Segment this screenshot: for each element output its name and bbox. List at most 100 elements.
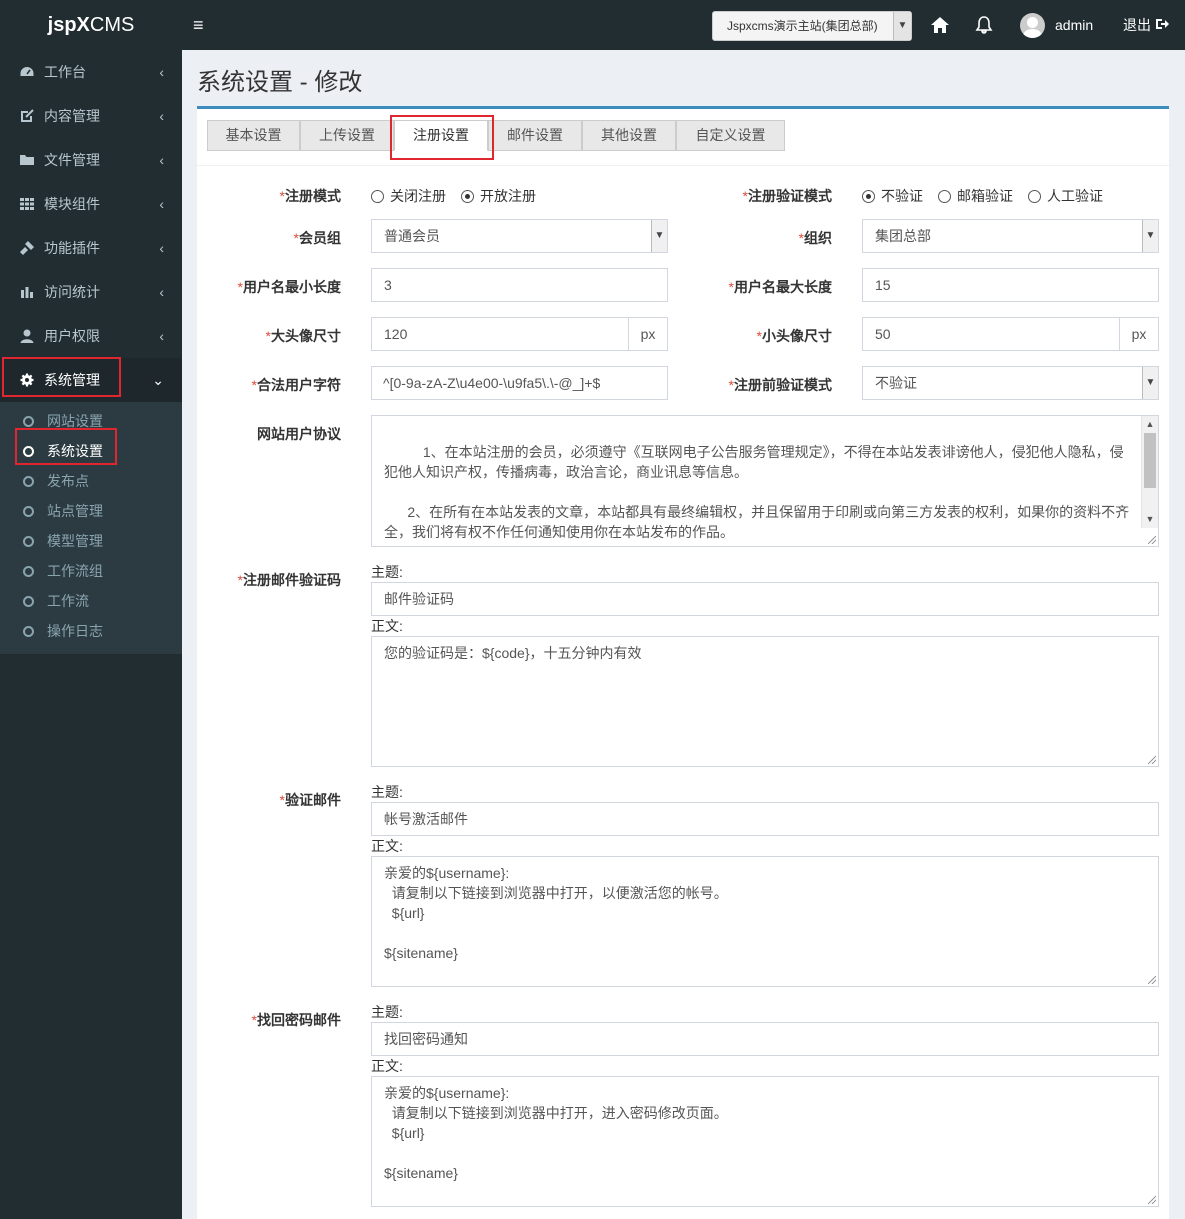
reset-email-label: *找回密码邮件: [251, 1012, 341, 1028]
valid-chars-label: *合法用户字符: [251, 377, 341, 393]
radio-verify-email[interactable]: 邮箱验证: [938, 186, 1013, 206]
subject-label: 主题:: [371, 564, 403, 580]
tab-custom[interactable]: 自定义设置: [676, 120, 785, 151]
logout-button[interactable]: 退出: [1123, 0, 1169, 50]
sidebar-item-plugins[interactable]: 功能插件 ‹: [0, 226, 182, 270]
chevron-down-icon: ▼: [651, 220, 667, 252]
small-avatar-input[interactable]: 50: [862, 317, 1120, 351]
verify-email-body-textarea[interactable]: 亲爱的${username}: 请复制以下链接到浏览器中打开，以便激活您的帐号。…: [371, 856, 1159, 987]
circle-icon: [23, 566, 34, 577]
reset-email-subject-input[interactable]: 找回密码通知: [371, 1022, 1159, 1056]
verify-email-subject-input[interactable]: 帐号激活邮件: [371, 802, 1159, 836]
top-header: jspXCMS ≡ Jspxcms演示主站(集团总部) ▼ admin 退出: [0, 0, 1185, 50]
sidebar-item-modules[interactable]: 模块组件 ‹: [0, 182, 182, 226]
resize-grip-icon[interactable]: [1148, 1196, 1156, 1204]
valid-chars-input[interactable]: ^[0-9a-zA-Z\u4e00-\u9fa5\.\-@_]+$: [371, 366, 668, 400]
username[interactable]: admin: [1055, 0, 1093, 50]
bar-chart-icon: [21, 287, 33, 298]
tab-upload[interactable]: 上传设置: [300, 120, 394, 151]
sidebar-toggle-icon[interactable]: ≡: [193, 13, 213, 37]
sub-item-publish-points[interactable]: 发布点: [0, 466, 182, 496]
radio-checked-icon: [862, 190, 875, 203]
site-select-value: Jspxcms演示主站(集团总部): [727, 19, 878, 33]
sidebar: 工作台 ‹ 内容管理 ‹ 文件管理 ‹ 模块组件 ‹ 功能插件 ‹ 访问统计 ‹ 用户权限 ‹…: [0, 50, 182, 1219]
radio-icon: [938, 190, 951, 203]
highlight-box: [2, 357, 121, 397]
sub-item-workflow[interactable]: 工作流: [0, 586, 182, 616]
sub-item-operation-log[interactable]: 操作日志: [0, 616, 182, 646]
sidebar-item-stats[interactable]: 访问统计 ‹: [0, 270, 182, 314]
tab-mail[interactable]: 邮件设置: [488, 120, 582, 151]
sub-item-model-manage[interactable]: 模型管理: [0, 526, 182, 556]
radio-reg-open[interactable]: 开放注册: [461, 186, 536, 206]
scroll-down-icon: ▼: [1145, 514, 1155, 524]
site-select[interactable]: Jspxcms演示主站(集团总部) ▼: [712, 11, 912, 41]
px-addon: px: [629, 317, 668, 351]
sidebar-item-content[interactable]: 内容管理 ‹: [0, 94, 182, 138]
sidebar-item-users[interactable]: 用户权限 ‹: [0, 314, 182, 358]
member-group-select[interactable]: 普通会员 ▼: [371, 219, 668, 253]
username-min-label: *用户名最小长度: [237, 279, 341, 295]
radio-checked-icon: [461, 190, 474, 203]
px-addon: px: [1120, 317, 1159, 351]
circle-icon: [23, 536, 34, 547]
large-avatar-input[interactable]: 120: [371, 317, 629, 351]
grid-icon: [20, 198, 34, 210]
circle-icon: [23, 626, 34, 637]
logout-icon: [1155, 19, 1169, 29]
reg-email-code-label: *注册邮件验证码: [237, 572, 341, 588]
radio-verify-none[interactable]: 不验证: [862, 186, 923, 206]
body-label: 正文:: [371, 1058, 403, 1074]
bell-icon[interactable]: [972, 13, 996, 37]
pre-reg-verify-select[interactable]: 不验证 ▼: [862, 366, 1159, 400]
sub-item-workflow-group[interactable]: 工作流组: [0, 556, 182, 586]
body-label: 正文:: [371, 618, 403, 634]
resize-grip-icon[interactable]: [1148, 976, 1156, 984]
folder-icon: [20, 155, 34, 165]
page-title: 系统设置 - 修改: [197, 69, 363, 96]
sub-item-site-manage[interactable]: 站点管理: [0, 496, 182, 526]
username-max-label: *用户名最大长度: [728, 279, 832, 295]
subject-label: 主题:: [371, 1004, 403, 1020]
username-max-input[interactable]: 15: [862, 268, 1159, 302]
org-label: *组织: [798, 230, 832, 246]
radio-icon: [371, 190, 384, 203]
plug-icon: [20, 241, 34, 255]
resize-grip-icon[interactable]: [1148, 536, 1156, 544]
sidebar-item-dashboard[interactable]: 工作台 ‹: [0, 50, 182, 94]
agreement-label: 网站用户协议: [257, 426, 341, 442]
settings-panel: 基本设置 上传设置 注册设置 邮件设置 其他设置 自定义设置 *注册模式 关闭注…: [197, 106, 1169, 1219]
tab-basic[interactable]: 基本设置: [207, 120, 300, 151]
scroll-up-icon: ▲: [1145, 419, 1155, 429]
username-min-input[interactable]: 3: [371, 268, 668, 302]
agreement-textarea[interactable]: 1、在本站注册的会员，必须遵守《互联网电子公告服务管理规定》，不得在本站发表诽谤…: [371, 415, 1159, 547]
edit-icon: [21, 109, 34, 122]
dashboard-icon: [20, 67, 34, 76]
reg-email-code-body-textarea[interactable]: 您的验证码是：${code}，十五分钟内有效: [371, 636, 1159, 767]
pre-reg-verify-label: *注册前验证模式: [728, 377, 832, 393]
home-icon[interactable]: [928, 13, 952, 37]
large-avatar-label: *大头像尺寸: [265, 328, 341, 344]
subject-label: 主题:: [371, 784, 403, 800]
reset-email-body-textarea[interactable]: 亲爱的${username}: 请复制以下链接到浏览器中打开，进入密码修改页面。…: [371, 1076, 1159, 1207]
radio-reg-closed[interactable]: 关闭注册: [371, 186, 446, 206]
scrollbar[interactable]: ▲ ▼: [1141, 416, 1158, 528]
avatar[interactable]: [1020, 13, 1045, 38]
chevron-down-icon: ▼: [1142, 367, 1158, 399]
resize-grip-icon[interactable]: [1148, 756, 1156, 764]
body-label: 正文:: [371, 838, 403, 854]
divider: [197, 165, 1169, 166]
sidebar-item-files[interactable]: 文件管理 ‹: [0, 138, 182, 182]
reg-email-code-subject-input[interactable]: 邮件验证码: [371, 582, 1159, 616]
member-group-label: *会员组: [293, 230, 341, 246]
circle-icon: [23, 506, 34, 517]
radio-verify-manual[interactable]: 人工验证: [1028, 186, 1103, 206]
circle-icon: [23, 476, 34, 487]
radio-icon: [1028, 190, 1041, 203]
circle-icon: [23, 596, 34, 607]
user-icon: [20, 329, 34, 343]
org-select[interactable]: 集团总部 ▼: [862, 219, 1159, 253]
logo[interactable]: jspXCMS: [0, 0, 182, 50]
reg-verify-mode-label: *注册验证模式: [742, 188, 832, 204]
tab-other[interactable]: 其他设置: [582, 120, 676, 151]
